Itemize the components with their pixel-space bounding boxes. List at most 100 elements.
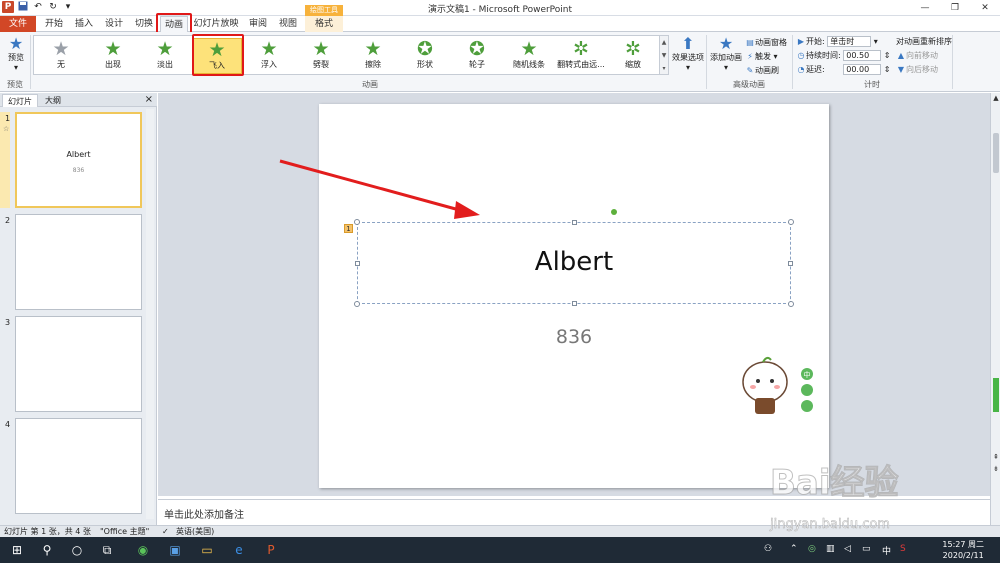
- anim-shape[interactable]: ✪ 形状: [400, 38, 450, 74]
- panel-scrollbar[interactable]: [146, 109, 154, 519]
- browser-icon[interactable]: ◉: [134, 541, 152, 559]
- animation-pane-button[interactable]: ▤动画窗格: [745, 37, 787, 48]
- animation-gallery: ★ 无 ★ 出现 ★ 淡出 ★ 飞入 ★ 浮入 ★ 劈裂 ★ 擦除 ✪ 形状 ✪ 轮子 ★ 随机线条…: [33, 35, 660, 75]
- tab-format[interactable]: 格式: [305, 16, 343, 32]
- trigger-button[interactable]: ⚡ 触发 ▾: [745, 51, 777, 62]
- tab-review[interactable]: 审阅: [244, 16, 272, 32]
- animation-marker-icon: ☆: [3, 125, 10, 133]
- slide-thumbnail-4[interactable]: [15, 418, 142, 514]
- slide-vertical-scrollbar[interactable]: ▲ ⇞ ⇟: [990, 93, 1000, 525]
- star-zoom-icon: ✲: [625, 38, 641, 60]
- language-status[interactable]: 英语(美国): [176, 526, 214, 537]
- brush-icon: ✎: [746, 66, 754, 75]
- tab-slides[interactable]: 幻灯片: [2, 94, 38, 107]
- spellcheck-icon[interactable]: ✓: [162, 526, 169, 537]
- anim-wipe[interactable]: ★ 擦除: [348, 38, 398, 74]
- theme-status[interactable]: "Office 主题": [100, 526, 149, 537]
- star-random-icon: ★: [520, 38, 538, 60]
- panel-tabs: 幻灯片 大纲 ×: [0, 93, 157, 107]
- preview-button[interactable]: ★ 预览 ▾: [2, 35, 30, 73]
- star-fade-icon: ★: [156, 38, 174, 60]
- add-animation-button[interactable]: ★ 添加动画 ▾: [709, 35, 743, 73]
- delay-control[interactable]: ◔ 延迟: 00.00 ⇕: [796, 64, 891, 75]
- tab-view[interactable]: 视图: [274, 16, 302, 32]
- search-icon[interactable]: ⚲: [38, 541, 56, 559]
- windows-taskbar: ⊞ ⚲ ○ ⧉ ◉ ▣ ▭ e P ⚇ ⌃ ◎ ▥ ◁ ▭ 中 S 15:27 …: [0, 537, 1000, 563]
- file-explorer-icon[interactable]: ▭: [198, 541, 216, 559]
- tab-home[interactable]: 开始: [40, 16, 68, 32]
- close-button[interactable]: ✕: [970, 0, 1000, 16]
- separator: [30, 35, 31, 89]
- ime-indicator[interactable]: 中: [882, 544, 891, 557]
- wechat-icon[interactable]: ◎: [808, 544, 816, 554]
- minimize-button[interactable]: —: [910, 0, 940, 16]
- red-arrow-annotation: [279, 159, 480, 219]
- people-icon[interactable]: ⚇: [764, 544, 772, 554]
- tab-slideshow[interactable]: 幻灯片放映: [192, 16, 240, 32]
- task-view-icon[interactable]: ⧉: [98, 541, 116, 559]
- anim-zoom[interactable]: ✲ 缩放: [608, 38, 658, 74]
- effect-options-button[interactable]: ⬆ 效果选项 ▾: [672, 35, 704, 73]
- group-label-animation: 动画: [362, 80, 378, 89]
- volume-icon[interactable]: ◁: [844, 544, 851, 554]
- powerpoint-taskbar-icon[interactable]: P: [262, 541, 280, 559]
- system-clock[interactable]: 15:27 周二 2020/2/11: [942, 539, 984, 561]
- star-wheel-icon: ✪: [469, 38, 485, 60]
- start-control[interactable]: ▶ 开始: 单击时 ▾: [796, 36, 878, 47]
- star-flip-icon: ✲: [573, 38, 589, 60]
- star-wipe-icon: ★: [364, 38, 382, 60]
- tab-outline[interactable]: 大纲: [40, 94, 66, 107]
- slide-number: 1: [5, 114, 11, 123]
- anim-appear[interactable]: ★ 出现: [88, 38, 138, 74]
- group-label-preview: 预览: [7, 80, 23, 89]
- play-icon: ▶: [797, 37, 805, 46]
- animation-painter-button[interactable]: ✎ 动画刷: [745, 65, 779, 76]
- slide-number: 2: [5, 216, 11, 225]
- scroll-thumb[interactable]: [993, 133, 999, 173]
- anim-split[interactable]: ★ 劈裂: [296, 38, 346, 74]
- display-icon[interactable]: ▭: [862, 544, 871, 554]
- anim-wheel[interactable]: ✪ 轮子: [452, 38, 502, 74]
- anim-float-in[interactable]: ★ 浮入: [244, 38, 294, 74]
- window-controls: — ❐ ✕: [910, 0, 1000, 16]
- anim-random-bars[interactable]: ★ 随机线条: [504, 38, 554, 74]
- tab-insert[interactable]: 插入: [70, 16, 98, 32]
- slide-thumbnail-2[interactable]: [15, 214, 142, 310]
- anim-fly-in[interactable]: ★ 飞入: [192, 38, 242, 74]
- tab-design[interactable]: 设计: [100, 16, 128, 32]
- thumb-title: Albert: [66, 150, 91, 159]
- arrow-up-icon: ⬆: [681, 34, 695, 53]
- prev-slide-icon[interactable]: ⇞: [992, 453, 1000, 462]
- restore-button[interactable]: ❐: [940, 0, 970, 16]
- move-later-button[interactable]: ▼ 向后移动: [896, 64, 938, 75]
- tab-transitions[interactable]: 切换: [130, 16, 158, 32]
- next-slide-icon[interactable]: ⇟: [992, 465, 1000, 474]
- duration-control[interactable]: ◷ 持续时间: 00.50 ⇕: [796, 50, 891, 61]
- anim-grow-turn[interactable]: ✲ 翻转式由远...: [556, 38, 606, 74]
- window-title: 演示文稿1 - Microsoft PowerPoint: [427, 5, 573, 15]
- sogou-ime-icon[interactable]: S: [900, 544, 906, 554]
- edge-icon[interactable]: e: [230, 541, 248, 559]
- cortana-icon[interactable]: ○: [68, 541, 86, 559]
- slide-thumbnail-1[interactable]: Albert 836: [15, 112, 142, 208]
- start-select[interactable]: 单击时: [827, 36, 872, 47]
- windows-start-icon[interactable]: ⊞: [8, 541, 26, 559]
- anim-none[interactable]: ★ 无: [36, 38, 86, 74]
- notes-pane[interactable]: 单击此处添加备注: [158, 499, 990, 525]
- delay-input[interactable]: 00.00: [843, 64, 882, 75]
- tray-expand-icon[interactable]: ⌃: [790, 544, 798, 554]
- anim-fade[interactable]: ★ 淡出: [140, 38, 190, 74]
- network-icon[interactable]: ▥: [826, 544, 835, 554]
- gallery-scroll[interactable]: ▲ ▼ ▾: [660, 35, 669, 75]
- notes-placeholder: 单击此处添加备注: [164, 510, 244, 521]
- duration-input[interactable]: 00.50: [843, 50, 882, 61]
- app-icon[interactable]: ▣: [166, 541, 184, 559]
- move-earlier-button[interactable]: ▲ 向前移动: [896, 50, 938, 61]
- scroll-up-icon[interactable]: ▲: [992, 94, 1000, 103]
- tab-animations[interactable]: 动画: [160, 16, 188, 33]
- slide-thumbnail-3[interactable]: [15, 316, 142, 412]
- tab-file[interactable]: 文件: [0, 16, 36, 32]
- thumb-subtitle: 836: [72, 167, 85, 174]
- panel-close-button[interactable]: ×: [145, 93, 153, 107]
- slides-panel: 幻灯片 大纲 × 1 ☆ Albert 836 2 3 4: [0, 93, 157, 525]
